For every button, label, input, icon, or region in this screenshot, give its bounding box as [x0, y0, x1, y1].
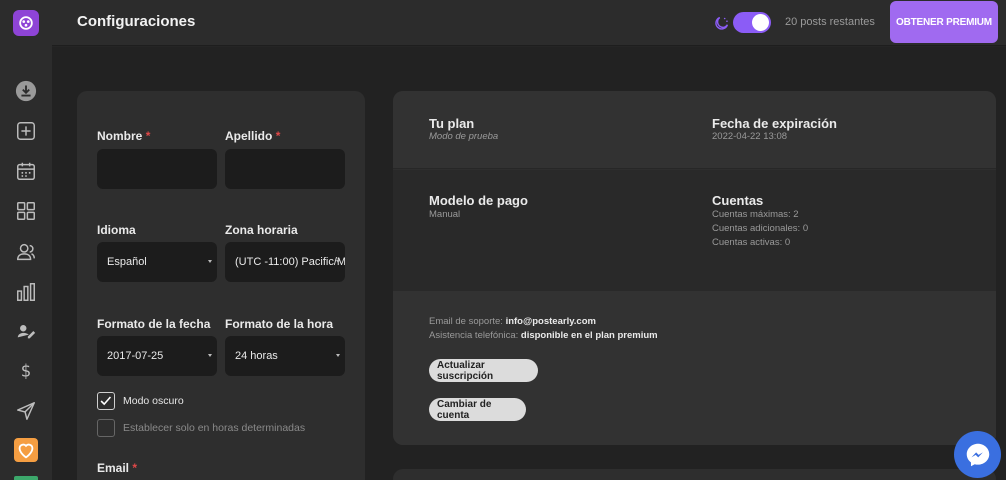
- support-email[interactable]: info@postearly.com: [506, 316, 596, 327]
- plan-card: Tu plan Modo de prueba Fecha de expiraci…: [393, 91, 996, 445]
- dark-mode-checkbox[interactable]: [97, 392, 115, 410]
- chevron-down-icon: [208, 260, 212, 263]
- grid-icon[interactable]: [13, 198, 39, 224]
- plan-section: Tu plan Modo de prueba Fecha de expiraci…: [393, 91, 996, 169]
- expiry-value: 2022-04-22 13:08: [712, 131, 788, 142]
- plan-value: Modo de prueba: [429, 131, 499, 142]
- checkmark-icon: [100, 396, 112, 406]
- dollar-icon[interactable]: $: [13, 358, 39, 384]
- profile-form-card: Nombre * Apellido * Idioma Zona horaria …: [77, 91, 365, 480]
- payment-title: Modelo de pago: [429, 193, 528, 208]
- payment-value: Manual: [429, 209, 461, 220]
- next-sidebar-icon[interactable]: [14, 476, 38, 480]
- moon-icon: [715, 16, 729, 30]
- messenger-chat-button[interactable]: [954, 431, 1001, 478]
- sidebar: $: [0, 0, 52, 480]
- posts-remaining: 20 posts restantes: [785, 16, 875, 28]
- language-value: Español: [107, 256, 147, 268]
- email-label: Email *: [97, 461, 138, 475]
- date-format-value: 2017-07-25: [107, 350, 164, 362]
- schedule-hours-checkbox[interactable]: [97, 419, 115, 437]
- pin-icon[interactable]: [13, 318, 39, 344]
- time-format-value: 24 horas: [235, 350, 278, 362]
- calendar-icon[interactable]: [13, 158, 39, 184]
- messenger-icon: [966, 443, 989, 466]
- dark-mode-label: Modo oscuro: [123, 395, 184, 407]
- download-icon[interactable]: [13, 78, 39, 104]
- top-header: Configuraciones 20 posts restantes OBTEN…: [52, 0, 1006, 46]
- last-name-input[interactable]: [225, 149, 345, 189]
- analytics-icon[interactable]: [13, 279, 39, 305]
- users-icon[interactable]: [13, 239, 39, 265]
- payment-section: Modelo de pago Manual Cuentas Cuentas má…: [393, 170, 996, 291]
- expiry-title: Fecha de expiración: [712, 116, 837, 131]
- next-card: [393, 469, 996, 480]
- active-accounts: Cuentas activas: 0: [712, 237, 791, 248]
- chevron-down-icon: [208, 354, 212, 357]
- timezone-select[interactable]: (UTC -11:00) Pacific/Midway: [225, 242, 345, 282]
- update-subscription-button[interactable]: Actualizar suscripción: [429, 359, 538, 382]
- schedule-hours-label: Establecer solo en horas determinadas: [123, 422, 306, 434]
- chevron-down-icon: [336, 354, 340, 357]
- timezone-value: (UTC -11:00) Pacific/Midway: [235, 256, 345, 268]
- plan-title: Tu plan: [429, 116, 475, 131]
- heart-icon[interactable]: [14, 438, 38, 462]
- language-select[interactable]: Español: [97, 242, 217, 282]
- app-logo-icon[interactable]: [13, 10, 39, 36]
- chevron-down-icon: [336, 260, 340, 263]
- phone-support-line: Asistencia telefónica: disponible en el …: [429, 330, 658, 341]
- time-format-select[interactable]: 24 horas: [225, 336, 345, 376]
- page-title: Configuraciones: [77, 13, 196, 30]
- send-icon[interactable]: [13, 398, 39, 424]
- add-icon[interactable]: [13, 118, 39, 144]
- last-name-label: Apellido *: [225, 129, 281, 143]
- change-account-button[interactable]: Cambiar de cuenta: [429, 398, 526, 421]
- support-email-line: Email de soporte: info@postearly.com: [429, 316, 596, 327]
- dark-mode-toggle[interactable]: [733, 12, 771, 33]
- svg-text:$: $: [21, 362, 32, 381]
- language-label: Idioma: [97, 223, 136, 237]
- date-format-select[interactable]: 2017-07-25: [97, 336, 217, 376]
- max-accounts: Cuentas máximas: 2: [712, 209, 799, 220]
- toggle-knob: [752, 14, 769, 31]
- date-format-label: Formato de la fecha: [97, 317, 211, 331]
- support-section: Email de soporte: info@postearly.com Asi…: [393, 291, 996, 445]
- timezone-label: Zona horaria: [225, 223, 298, 237]
- first-name-label: Nombre *: [97, 129, 151, 143]
- time-format-label: Formato de la hora: [225, 317, 334, 331]
- get-premium-button[interactable]: OBTENER PREMIUM: [890, 1, 998, 43]
- additional-accounts: Cuentas adicionales: 0: [712, 223, 809, 234]
- first-name-input[interactable]: [97, 149, 217, 189]
- accounts-title: Cuentas: [712, 193, 764, 208]
